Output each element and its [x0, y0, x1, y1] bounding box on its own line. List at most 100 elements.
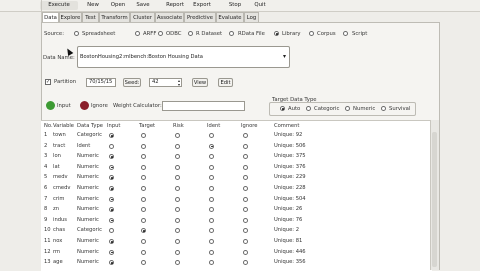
row-input-radio[interactable]: [109, 196, 114, 202]
table-row[interactable]: 4 lat Numeric Unique: 376: [41, 163, 432, 173]
row-target-radio[interactable]: [141, 175, 146, 181]
row-input-radio[interactable]: [109, 175, 114, 181]
tab-evaluate[interactable]: Evaluate: [216, 12, 244, 22]
row-input-radio[interactable]: [109, 143, 114, 149]
target-categoric-radio[interactable]: [306, 106, 311, 111]
row-ignore-radio[interactable]: [243, 239, 248, 244]
row-ident-radio[interactable]: [209, 207, 214, 213]
row-ident-radio[interactable]: [209, 260, 214, 266]
row-ident-radio[interactable]: [209, 175, 214, 181]
source-arff-radio[interactable]: [135, 31, 140, 36]
row-risk-radio[interactable]: [175, 175, 180, 181]
data-name-combobox[interactable]: BostonHousing2:mlbench:Boston Housing Da…: [77, 46, 290, 68]
report-button[interactable]: Report: [164, 1, 186, 10]
tab-predictive[interactable]: Predictive: [184, 12, 216, 22]
source-rdatafile-radio[interactable]: [229, 31, 234, 36]
row-ident-radio[interactable]: [209, 217, 214, 223]
stop-button[interactable]: Stop: [227, 1, 243, 10]
quit-button[interactable]: Quit: [252, 1, 268, 10]
target-survival-radio[interactable]: [381, 106, 386, 111]
row-ignore-radio[interactable]: [243, 249, 248, 255]
row-target-radio[interactable]: [141, 249, 146, 255]
row-ignore-radio[interactable]: [243, 164, 248, 170]
row-target-radio[interactable]: [141, 228, 146, 234]
save-button[interactable]: Save: [135, 1, 151, 10]
row-risk-radio[interactable]: [175, 143, 180, 149]
row-target-radio[interactable]: [141, 143, 146, 149]
seed-spinbox[interactable]: 42 ▴ ▾: [149, 78, 182, 87]
row-ignore-radio[interactable]: [243, 133, 248, 138]
row-ident-radio[interactable]: [209, 228, 214, 234]
table-row[interactable]: 6 cmedv Numeric Unique: 228: [41, 184, 432, 194]
row-risk-radio[interactable]: [175, 260, 180, 266]
seed-button[interactable]: Seed:: [123, 78, 141, 87]
row-ignore-radio[interactable]: [243, 207, 248, 213]
tab-transform[interactable]: Transform: [99, 12, 130, 22]
row-target-radio[interactable]: [141, 133, 146, 138]
row-ignore-radio[interactable]: [243, 217, 248, 223]
row-target-radio[interactable]: [141, 154, 146, 160]
row-ident-radio[interactable]: [209, 196, 214, 202]
table-row[interactable]: 10 chas Categoric Unique: 2: [41, 226, 432, 236]
row-target-radio[interactable]: [141, 239, 146, 244]
row-input-radio[interactable]: [109, 133, 114, 138]
source-script-radio[interactable]: [343, 31, 348, 36]
row-ident-radio[interactable]: [209, 249, 214, 255]
row-ignore-radio[interactable]: [243, 175, 248, 181]
row-target-radio[interactable]: [141, 217, 146, 223]
new-button[interactable]: New: [84, 1, 102, 10]
table-row[interactable]: 11 nox Numeric Unique: 81: [41, 237, 432, 247]
tab-log[interactable]: Log: [244, 12, 259, 22]
row-target-radio[interactable]: [141, 207, 146, 213]
row-input-radio[interactable]: [109, 186, 114, 191]
row-ignore-radio[interactable]: [243, 154, 248, 160]
row-ident-radio[interactable]: [209, 239, 214, 244]
table-row[interactable]: 8 zn Numeric Unique: 26: [41, 205, 432, 215]
row-input-radio[interactable]: [109, 260, 114, 266]
row-risk-radio[interactable]: [175, 164, 180, 170]
table-row[interactable]: 2 tract Ident Unique: 506: [41, 142, 432, 152]
partition-checkbox[interactable]: ✓: [45, 79, 51, 85]
source-corpus-radio[interactable]: [309, 31, 314, 36]
view-button[interactable]: View: [192, 78, 208, 87]
table-row[interactable]: 12 rm Numeric Unique: 446: [41, 248, 432, 258]
row-ident-radio[interactable]: [209, 143, 214, 149]
table-row[interactable]: 3 lon Numeric Unique: 375: [41, 152, 432, 162]
table-scrollbar[interactable]: [430, 120, 439, 270]
row-risk-radio[interactable]: [175, 186, 180, 191]
execute-button[interactable]: Execute: [40, 1, 78, 10]
row-risk-radio[interactable]: [175, 133, 180, 138]
row-ident-radio[interactable]: [209, 164, 214, 170]
source-library-radio[interactable]: [274, 31, 279, 36]
row-input-radio[interactable]: [109, 164, 114, 170]
row-input-radio[interactable]: [109, 154, 114, 160]
row-risk-radio[interactable]: [175, 196, 180, 202]
ignore-status-icon[interactable]: [80, 101, 89, 110]
table-row[interactable]: 9 indus Numeric Unique: 76: [41, 216, 432, 226]
row-input-radio[interactable]: [109, 217, 114, 223]
chevron-down-icon[interactable]: ▾: [283, 47, 286, 67]
weight-calculator-input[interactable]: [162, 101, 245, 111]
row-input-radio[interactable]: [109, 228, 114, 234]
table-row[interactable]: 5 medv Numeric Unique: 229: [41, 173, 432, 183]
input-status-icon[interactable]: [46, 101, 55, 110]
export-button[interactable]: Export: [191, 1, 213, 10]
row-target-radio[interactable]: [141, 260, 146, 266]
row-risk-radio[interactable]: [175, 154, 180, 160]
row-input-radio[interactable]: [109, 249, 114, 255]
source-rdataset-radio[interactable]: [188, 31, 193, 36]
row-target-radio[interactable]: [141, 186, 146, 191]
row-risk-radio[interactable]: [175, 228, 180, 234]
row-ignore-radio[interactable]: [243, 260, 248, 266]
tab-explore[interactable]: Explore: [59, 12, 82, 22]
row-risk-radio[interactable]: [175, 207, 180, 213]
row-ignore-radio[interactable]: [243, 186, 248, 191]
row-risk-radio[interactable]: [175, 239, 180, 244]
row-ignore-radio[interactable]: [243, 143, 248, 149]
row-ident-radio[interactable]: [209, 154, 214, 160]
tab-test[interactable]: Test: [82, 12, 99, 22]
row-input-radio[interactable]: [109, 207, 114, 213]
row-ignore-radio[interactable]: [243, 196, 248, 202]
spin-arrows-icon[interactable]: ▴ ▾: [178, 79, 180, 86]
tab-cluster[interactable]: Cluster: [130, 12, 155, 22]
